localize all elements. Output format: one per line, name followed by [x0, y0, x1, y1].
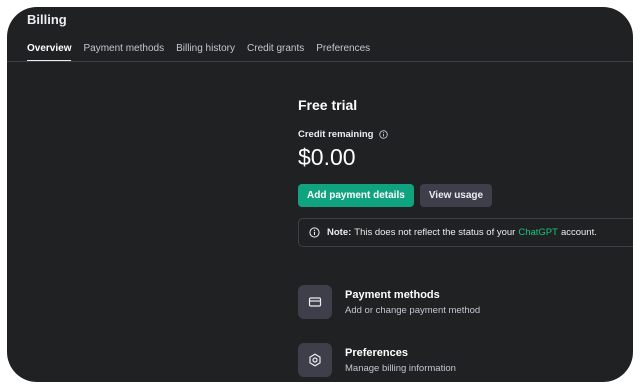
settings-gear-icon	[309, 353, 321, 367]
info-icon[interactable]	[378, 130, 388, 139]
tabs-divider	[7, 61, 633, 62]
note-label: Note:	[327, 227, 352, 238]
note-text: This does not reflect the status of your	[354, 227, 516, 238]
tab-payment-methods[interactable]: Payment methods	[83, 43, 164, 62]
tab-bar: Overview Payment methods Billing history…	[27, 43, 370, 62]
page-title: Billing	[27, 12, 67, 27]
card-icon-box	[298, 285, 332, 319]
preferences-card[interactable]: Preferences Manage billing information	[298, 343, 456, 377]
card-icon-box	[298, 343, 332, 377]
credit-remaining-value: $0.00	[298, 144, 356, 170]
card-title: Preferences	[345, 346, 408, 359]
plan-name: Free trial	[298, 97, 358, 113]
credit-label: Credit remaining	[298, 129, 374, 140]
credit-card-icon	[308, 297, 322, 307]
card-description: Manage billing information	[345, 362, 456, 374]
card-title: Payment methods	[345, 288, 440, 301]
action-buttons: Add payment details View usage	[298, 184, 633, 207]
info-icon	[309, 227, 320, 238]
card-description: Add or change payment method	[345, 304, 481, 316]
tab-preferences[interactable]: Preferences	[316, 43, 370, 62]
tab-billing-history[interactable]: Billing history	[176, 43, 235, 62]
tab-credit-grants[interactable]: Credit grants	[247, 43, 304, 62]
card-text: Payment methods Add or change payment me…	[345, 289, 480, 316]
view-usage-button[interactable]: View usage	[419, 184, 493, 207]
add-payment-details-button[interactable]: Add payment details	[298, 184, 414, 207]
note-text-end: account.	[560, 227, 597, 238]
card-text: Preferences Manage billing information	[345, 347, 456, 374]
overview-panel: Free trial Credit remaining $0.00 Add pa…	[298, 97, 633, 247]
note-banner: Note: This does not reflect the status o…	[298, 218, 633, 247]
billing-window: Billing Overview Payment methods Billing…	[7, 7, 633, 382]
payment-methods-card[interactable]: Payment methods Add or change payment me…	[298, 285, 480, 319]
chatgpt-link[interactable]: ChatGPT	[518, 227, 558, 238]
tab-overview[interactable]: Overview	[27, 43, 72, 62]
credit-label-row: Credit remaining	[298, 129, 633, 140]
